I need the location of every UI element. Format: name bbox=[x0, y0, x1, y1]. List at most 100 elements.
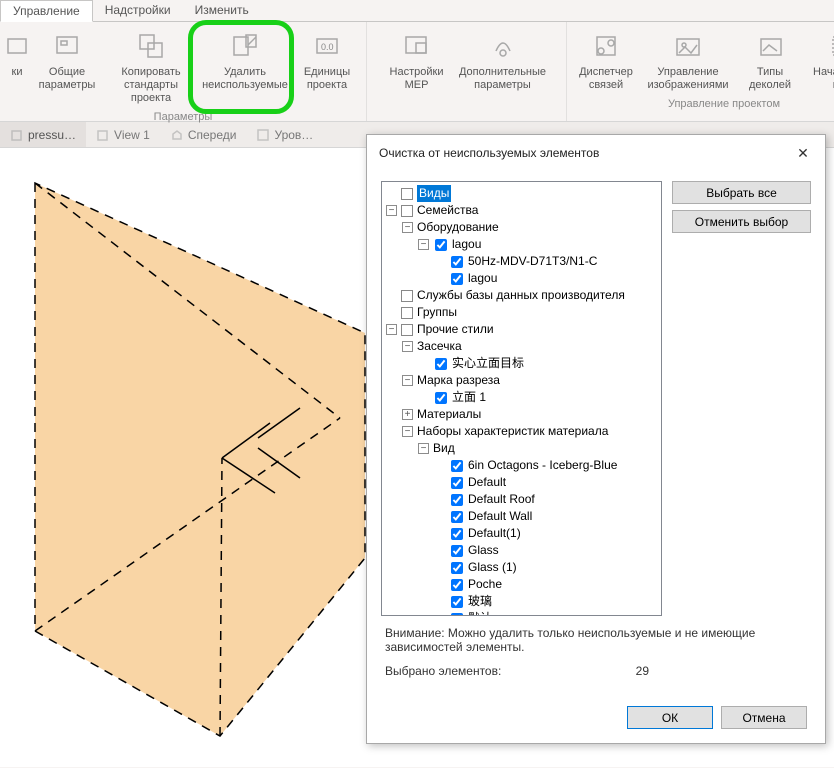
label: View 1 bbox=[114, 128, 150, 142]
model-drawing bbox=[0, 148, 420, 768]
ribbon-obshchie-parametry[interactable]: Общие параметры bbox=[34, 26, 100, 109]
db-icon bbox=[401, 290, 413, 302]
ribbon-edinicy-proekta[interactable]: 0.0 Единицы проекта bbox=[294, 26, 360, 109]
ribbon-upravlenie-izobrazheniyami[interactable]: Управление изображениями bbox=[645, 26, 731, 96]
label: Удалить неиспользуемые bbox=[202, 66, 288, 92]
tree-checkbox[interactable] bbox=[451, 494, 463, 506]
tree-zasechka-item[interactable]: 实心立面目标 bbox=[452, 355, 524, 372]
purge-dialog: Очистка от неиспользуемых элементов ✕ Ви… bbox=[366, 134, 826, 744]
ribbon-udalit-neispolzuemye[interactable]: Удалить неиспользуемые bbox=[202, 26, 288, 109]
tree-checkbox[interactable] bbox=[435, 392, 447, 404]
tree-lagou[interactable]: lagou bbox=[452, 236, 481, 253]
tree-checkbox[interactable] bbox=[451, 596, 463, 608]
tree-item[interactable]: Glass bbox=[468, 542, 499, 559]
ribbon-group-title-parametry: Параметры bbox=[154, 109, 213, 123]
tree-checkbox[interactable] bbox=[451, 256, 463, 268]
ribbon-tab-modify[interactable]: Изменить bbox=[183, 0, 261, 21]
tree-checkbox[interactable] bbox=[451, 511, 463, 523]
tree-50hz[interactable]: 50Hz-MDV-D71T3/N1-C bbox=[468, 253, 597, 270]
expander-icon[interactable]: − bbox=[386, 205, 397, 216]
tree-checkbox[interactable] bbox=[451, 545, 463, 557]
view-tab-pressu[interactable]: pressu… bbox=[0, 122, 86, 147]
tree-gruppy[interactable]: Группы bbox=[417, 304, 457, 321]
tree-marka[interactable]: Марка разреза bbox=[417, 372, 500, 389]
ribbon-dop-parametry[interactable]: Дополнительные параметры bbox=[456, 26, 550, 96]
truncated-button[interactable]: ки bbox=[6, 26, 28, 109]
expander-icon[interactable]: − bbox=[386, 324, 397, 335]
tree-oborudovanie[interactable]: Оборудование bbox=[417, 219, 499, 236]
tree-item[interactable]: Default Roof bbox=[468, 491, 535, 508]
view-tab-uroven[interactable]: Уров… bbox=[246, 122, 323, 147]
tree-zasechka[interactable]: Засечка bbox=[417, 338, 462, 355]
label: Копировать стандарты проекта bbox=[108, 66, 194, 105]
view-icon bbox=[401, 188, 413, 200]
tree-item[interactable]: Default bbox=[468, 474, 506, 491]
deselect-all-button[interactable]: Отменить выбор bbox=[672, 210, 811, 233]
tree-lagou2[interactable]: lagou bbox=[468, 270, 497, 287]
tree-sluzhby[interactable]: Службы базы данных производителя bbox=[417, 287, 625, 304]
tree-checkbox[interactable] bbox=[435, 239, 447, 251]
ribbon-mep-settings[interactable]: Настройки MEP bbox=[384, 26, 450, 96]
expander-icon[interactable]: − bbox=[402, 426, 413, 437]
expander-icon[interactable]: + bbox=[402, 409, 413, 420]
label: Начальный вид bbox=[813, 66, 834, 92]
select-all-button[interactable]: Выбрать все bbox=[672, 181, 811, 204]
tree-checkbox[interactable] bbox=[451, 579, 463, 591]
tree-checkbox[interactable] bbox=[451, 460, 463, 472]
cube-icon bbox=[96, 128, 110, 142]
expander-icon[interactable]: − bbox=[418, 239, 429, 250]
ribbon-dispetcher-svyazei[interactable]: Диспетчер связей bbox=[573, 26, 639, 96]
ribbon-kopirovat-standarty[interactable]: Копировать стандарты проекта bbox=[106, 26, 196, 109]
label: Общие параметры bbox=[39, 66, 96, 92]
expander-icon[interactable]: − bbox=[402, 375, 413, 386]
purge-tree[interactable]: Виды −Семейства −Оборудование −lagou 50H… bbox=[381, 181, 662, 616]
view-tab-speredi[interactable]: Спереди bbox=[160, 122, 247, 147]
tree-semeistva[interactable]: Семейства bbox=[417, 202, 478, 219]
expander-icon[interactable]: − bbox=[402, 341, 413, 352]
tree-checkbox[interactable] bbox=[451, 477, 463, 489]
tree-checkbox[interactable] bbox=[451, 273, 463, 285]
ribbon-panel: ки Общие параметры Копировать стандарты … bbox=[0, 22, 834, 122]
tree-item[interactable]: Default Wall bbox=[468, 508, 532, 525]
label: Настройки MEP bbox=[390, 66, 444, 92]
label: Уров… bbox=[274, 128, 313, 142]
dialog-titlebar: Очистка от неиспользуемых элементов ✕ bbox=[367, 135, 825, 171]
tree-item[interactable]: 玻璃 bbox=[468, 593, 492, 610]
family-icon bbox=[401, 205, 413, 217]
count-value: 29 bbox=[636, 664, 649, 678]
ribbon-tipy-dekolei[interactable]: Типы деколей bbox=[737, 26, 803, 96]
ribbon-nachalny-vid[interactable]: Начальный вид bbox=[809, 26, 834, 96]
tree-prochie-stili[interactable]: Прочие стили bbox=[417, 321, 494, 338]
tree-checkbox[interactable] bbox=[451, 528, 463, 540]
tree-item[interactable]: Poche bbox=[468, 576, 502, 593]
ok-button[interactable]: ОК bbox=[627, 706, 713, 729]
label: Единицы проекта bbox=[304, 66, 350, 92]
label: pressu… bbox=[28, 128, 76, 142]
ribbon-tabs: Управление Надстройки Изменить bbox=[0, 0, 834, 22]
tree-marka-item[interactable]: 立面 1 bbox=[452, 389, 486, 406]
expander-icon[interactable]: − bbox=[418, 443, 429, 454]
cancel-button[interactable]: Отмена bbox=[721, 706, 807, 729]
svg-text:0.0: 0.0 bbox=[321, 42, 334, 52]
ribbon-tab-addins[interactable]: Надстройки bbox=[93, 0, 183, 21]
plan-icon bbox=[256, 128, 270, 142]
trunc-label: ки bbox=[12, 66, 23, 79]
close-icon[interactable]: ✕ bbox=[793, 143, 813, 163]
expander-icon[interactable]: − bbox=[402, 222, 413, 233]
tree-checkbox[interactable] bbox=[435, 358, 447, 370]
tree-checkbox[interactable] bbox=[451, 613, 463, 617]
tree-item[interactable]: Glass (1) bbox=[468, 559, 517, 576]
tree-item[interactable]: 6in Octagons - Iceberg-Blue bbox=[468, 457, 617, 474]
label: Диспетчер связей bbox=[579, 66, 633, 92]
tree-item[interactable]: Default(1) bbox=[468, 525, 521, 542]
tree-nabory[interactable]: Наборы характеристик материала bbox=[417, 423, 608, 440]
ribbon-group-title-proekt: Управление проектом bbox=[668, 96, 780, 110]
view-tab-view1[interactable]: View 1 bbox=[86, 122, 160, 147]
label: Управление изображениями bbox=[647, 66, 728, 92]
tree-vidy[interactable]: Виды bbox=[417, 185, 451, 202]
tree-vid[interactable]: Вид bbox=[433, 440, 455, 457]
tree-item[interactable]: 默认 bbox=[468, 610, 492, 616]
tree-checkbox[interactable] bbox=[451, 562, 463, 574]
ribbon-tab-manage[interactable]: Управление bbox=[0, 0, 93, 22]
tree-materialy[interactable]: Материалы bbox=[417, 406, 481, 423]
